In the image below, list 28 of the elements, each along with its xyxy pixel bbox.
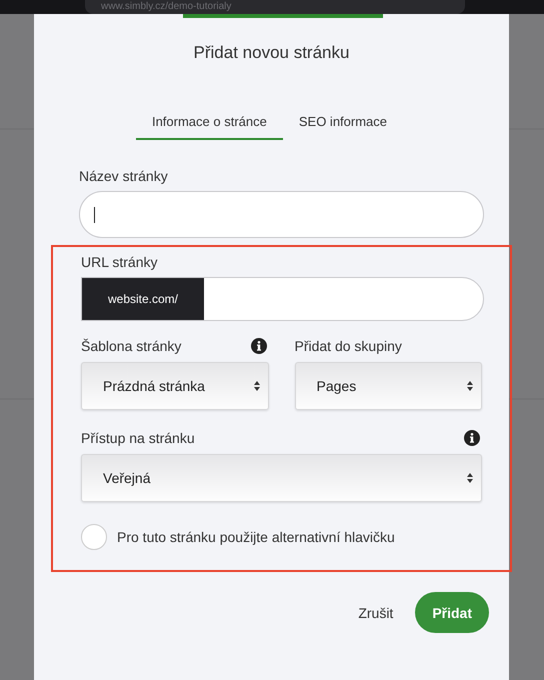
- select-field[interactable]: Pages: [294, 362, 482, 410]
- sort-arrows-icon: [467, 380, 473, 392]
- field-value: Prázdná stránka: [103, 378, 205, 394]
- checkbox-label: Pro tuto stránku použijte alternativní hlavičku: [117, 529, 395, 545]
- cancel-button[interactable]: Zrušit: [358, 604, 394, 620]
- field-label: Přístup na stránku: [81, 430, 195, 446]
- sort-arrows-icon: [254, 380, 260, 392]
- address-text: www.simbly.cz/demo-tutorialy: [101, 1, 232, 13]
- add-button[interactable]: Přidat: [415, 592, 489, 633]
- tab[interactable]: SEO informace: [298, 114, 390, 140]
- select-field[interactable]: Veřejná: [81, 454, 482, 502]
- field-label: URL stránky: [81, 254, 159, 270]
- field-label: Šablona stránky: [81, 338, 182, 354]
- url-field[interactable]: website.com/: [81, 277, 484, 321]
- info-icon[interactable]: [250, 338, 266, 354]
- text-cursor: [94, 206, 95, 222]
- tab[interactable]: Informace o stránce: [136, 114, 283, 140]
- field-value: Veřejná: [103, 470, 150, 486]
- dialog-title: Přidat novou stránku: [192, 43, 350, 63]
- url-prefix: website.com/: [82, 278, 204, 320]
- select-field[interactable]: Prázdná stránka: [81, 362, 268, 410]
- field-label: Přidat do skupiny: [294, 338, 402, 354]
- checkbox[interactable]: [81, 524, 107, 550]
- field-value: Pages: [316, 378, 356, 394]
- field-label: Název stránky: [79, 168, 169, 184]
- sort-arrows-icon: [467, 472, 473, 484]
- text-field[interactable]: [79, 191, 484, 238]
- info-icon[interactable]: [464, 430, 480, 446]
